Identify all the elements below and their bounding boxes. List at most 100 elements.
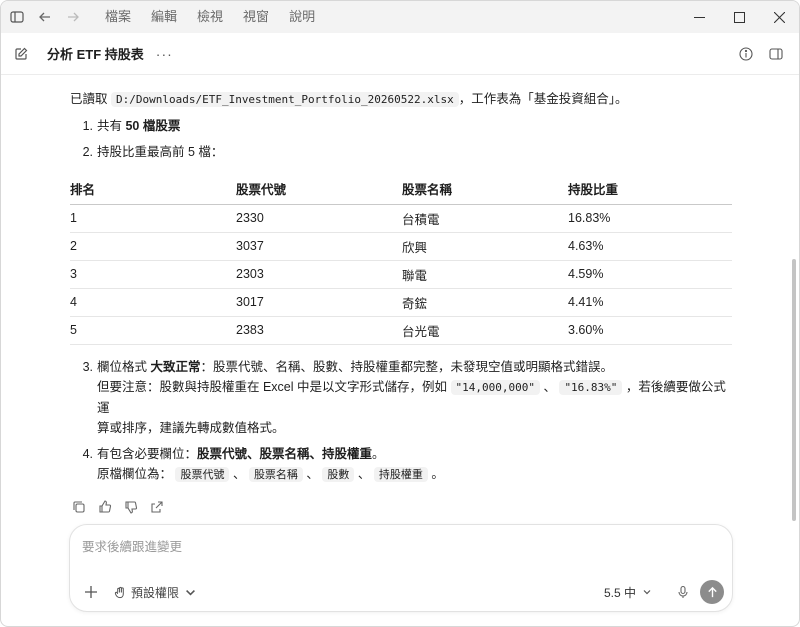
list-item: 2. 持股比重最高前 5 檔：	[70, 142, 732, 162]
cell-weight: 16.83%	[568, 204, 732, 233]
compose-icon[interactable]	[1, 33, 41, 75]
title-bar: 檔案 編輯 檢視 視窗 說明	[1, 1, 799, 33]
separator: 、	[354, 466, 374, 481]
list-number: 1.	[82, 119, 93, 133]
item4-line2-prefix: 原檔欄位為：	[97, 466, 176, 481]
header-name: 股票名稱	[402, 174, 568, 205]
intro-suffix: ，工作表為「基金投資組合」。	[458, 92, 628, 106]
item4-line2-suffix: 。	[427, 466, 444, 481]
plus-icon[interactable]	[80, 581, 102, 603]
list-number: 3.	[82, 359, 93, 374]
scrollbar[interactable]	[792, 259, 796, 521]
item3-prefix: 欄位格式	[97, 359, 151, 374]
holdings-table: 排名 股票代號 股票名稱 持股比重 1 2330 台積電 16.83% 2 30…	[70, 174, 732, 345]
thumbs-down-icon[interactable]	[124, 497, 150, 517]
app-window: 檔案 編輯 檢視 視窗 說明 分析 ETF 持股表 ··· 已讀取 D:/Dow…	[0, 0, 800, 627]
hand-icon	[114, 586, 124, 598]
cell-rank: 2	[70, 232, 236, 261]
cell-name: 聯電	[402, 260, 568, 289]
share-icon[interactable]	[150, 497, 176, 517]
intro-prefix: 已讀取	[70, 92, 111, 106]
item2-text: 持股比重最高前 5 檔：	[97, 145, 224, 159]
field-code: 股票代號	[175, 466, 230, 482]
arrow-right-icon[interactable]	[59, 1, 87, 33]
panel-icon[interactable]	[761, 39, 791, 69]
menu-help[interactable]: 說明	[279, 1, 325, 33]
send-button[interactable]	[700, 580, 724, 604]
menu-window[interactable]: 視窗	[233, 1, 279, 33]
item3-bold: 大致正常	[150, 359, 201, 374]
cell-rank: 5	[70, 316, 236, 345]
table-row: 3 2303 聯電 4.59%	[70, 260, 732, 289]
list-item: 1. 共有 50 檔股票	[70, 116, 732, 136]
header-rank: 排名	[70, 174, 236, 205]
item1-bold: 50 檔股票	[125, 119, 181, 133]
cell-weight: 4.41%	[568, 288, 732, 317]
table-row: 2 3037 欣興 4.63%	[70, 232, 732, 261]
cell-code: 2330	[236, 204, 402, 233]
close-button[interactable]	[759, 1, 799, 33]
field-shares: 股數	[322, 466, 355, 482]
code-example-weight: "16.83%"	[559, 379, 623, 395]
menu-edit[interactable]: 編輯	[141, 1, 187, 33]
field-weight: 持股權重	[373, 466, 428, 482]
cell-weight: 4.59%	[568, 260, 732, 289]
cell-rank: 3	[70, 260, 236, 289]
cell-code: 3037	[236, 232, 402, 261]
maximize-button[interactable]	[719, 1, 759, 33]
list-item: 3. 欄位格式 大致正常：股票代號、名稱、股數、持股權重都完整，未發現空值或明顯…	[70, 357, 732, 438]
menu-view[interactable]: 檢視	[187, 1, 233, 33]
cell-rank: 1	[70, 204, 236, 233]
header-code: 股票代號	[236, 174, 402, 205]
separator: 、	[539, 379, 560, 394]
item3-line2-a: 但要注意：股數與持股權重在 Excel 中是以文字形式儲存，例如	[97, 379, 451, 394]
arrow-up-icon	[707, 586, 717, 597]
header-weight: 持股比重	[568, 174, 732, 205]
file-path: D:/Downloads/ETF_Investment_Portfolio_20…	[110, 92, 459, 107]
intro-text: 已讀取 D:/Downloads/ETF_Investment_Portfoli…	[70, 89, 732, 110]
menu-bar: 檔案 編輯 檢視 視窗 說明	[95, 1, 325, 33]
composer: 預設權限 5.5 中	[69, 524, 733, 612]
thumbs-up-icon[interactable]	[98, 497, 124, 517]
permission-dropdown[interactable]: 預設權限	[114, 582, 201, 602]
model-label: 5.5 中	[604, 585, 637, 600]
page-title: 分析 ETF 持股表	[47, 47, 144, 62]
minimize-button[interactable]	[679, 1, 719, 33]
arrow-left-icon[interactable]	[31, 1, 59, 33]
sidebar-icon[interactable]	[3, 1, 31, 33]
item3-rest: ：股票代號、名稱、股數、持股權重都完整，未發現空值或明顯格式錯誤。	[200, 359, 614, 374]
cell-code: 2383	[236, 316, 402, 345]
mic-icon[interactable]	[672, 581, 694, 603]
item4-bold: 股票代號、股票名稱、持股權重	[197, 446, 373, 461]
conversation-header: 分析 ETF 持股表 ···	[1, 33, 799, 75]
header-actions	[731, 33, 791, 75]
cell-name: 欣興	[402, 232, 568, 261]
item4-prefix: 有包含必要欄位：	[97, 446, 198, 461]
window-controls	[679, 1, 799, 33]
field-name: 股票名稱	[248, 466, 303, 482]
copy-icon[interactable]	[72, 497, 98, 517]
message-actions	[72, 497, 732, 517]
cell-rank: 4	[70, 288, 236, 317]
item1-prefix: 共有	[97, 119, 126, 133]
code-example-shares: "14,000,000"	[450, 379, 540, 395]
cell-weight: 3.60%	[568, 316, 732, 345]
list-item: 4. 有包含必要欄位：股票代號、股票名稱、持股權重。 原檔欄位為： 股票代號 、…	[70, 444, 732, 485]
info-icon[interactable]	[731, 39, 761, 69]
menu-file[interactable]: 檔案	[95, 1, 141, 33]
more-options-button[interactable]: ···	[156, 46, 173, 62]
follow-up-input[interactable]	[82, 537, 682, 557]
cell-name: 台積電	[402, 204, 568, 233]
item4-suffix: 。	[372, 446, 385, 461]
chevron-down-icon	[643, 590, 651, 595]
cell-name: 台光電	[402, 316, 568, 345]
separator: 、	[302, 466, 323, 481]
table-header-row: 排名 股票代號 股票名稱 持股比重	[70, 174, 732, 205]
cell-name: 奇鋐	[402, 288, 568, 317]
cell-code: 2303	[236, 260, 402, 289]
item3-line3: 算或排序，建議先轉成數值格式。	[97, 420, 285, 435]
table-row: 1 2330 台積電 16.83%	[70, 204, 732, 233]
list-number: 2.	[82, 145, 93, 159]
model-selector[interactable]: 5.5 中	[604, 582, 652, 602]
separator: 、	[229, 466, 249, 481]
